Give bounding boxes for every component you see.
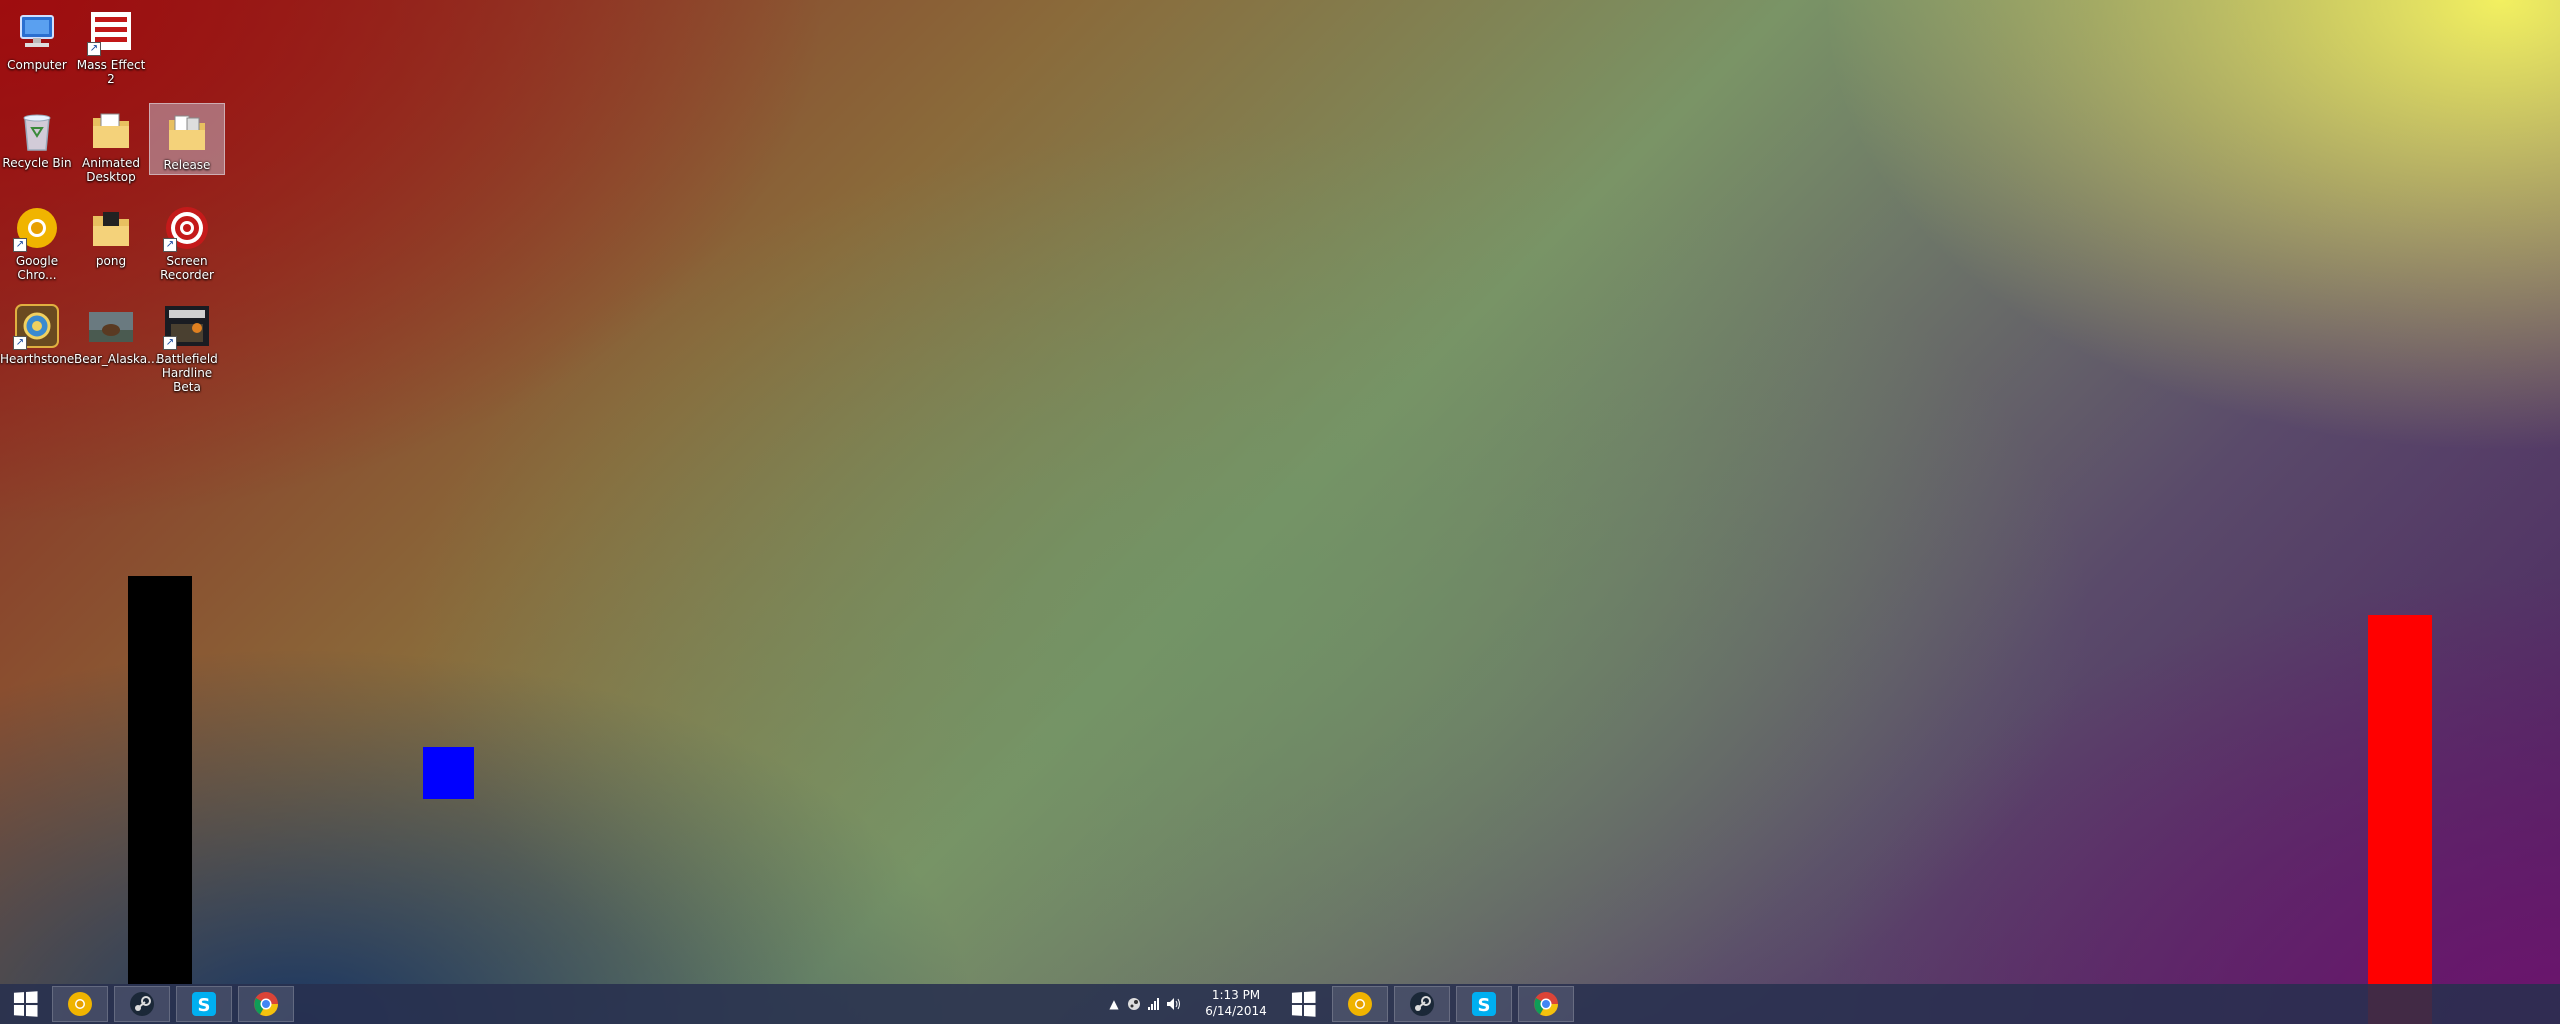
- taskbar-app-chrome[interactable]: [238, 986, 294, 1022]
- taskbar: S ▲ 1:13 PM 6/14/2014 S: [0, 984, 2560, 1024]
- chrome-canary-icon: [1348, 992, 1372, 1016]
- desktop-icon-label: Computer: [7, 58, 67, 72]
- shortcut-arrow-icon: ↗: [163, 336, 177, 350]
- desktop-icon-label: Release: [163, 158, 211, 172]
- screen-recorder-icon: ↗: [163, 204, 211, 252]
- taskbar-clock[interactable]: 1:13 PM 6/14/2014: [1196, 987, 1276, 1019]
- desktop-icon-label: Google Chro...: [15, 254, 59, 282]
- taskbar-app-chrome-canary[interactable]: [52, 986, 108, 1022]
- shortcut-arrow-icon: ↗: [87, 42, 101, 56]
- google-chrome-canary-icon: ↗: [13, 204, 61, 252]
- desktop-icon-hearthstone[interactable]: ↗ Hearthstone: [0, 298, 74, 366]
- taskbar-app-skype[interactable]: S: [176, 986, 232, 1022]
- shortcut-arrow-icon: ↗: [13, 238, 27, 252]
- taskbar-app-skype-secondary[interactable]: S: [1456, 986, 1512, 1022]
- skype-icon: S: [192, 992, 216, 1016]
- start-button-secondary[interactable]: [1278, 986, 1328, 1022]
- steam-icon: [130, 992, 154, 1016]
- shortcut-arrow-icon: ↗: [163, 238, 177, 252]
- skype-icon: S: [1472, 992, 1496, 1016]
- desktop-icon-label: Animated Desktop: [82, 156, 140, 184]
- pong-ball: [423, 747, 474, 799]
- show-hidden-icons-chevron[interactable]: ▲: [1104, 994, 1124, 1014]
- network-signal-icon[interactable]: [1144, 994, 1164, 1014]
- right-paddle[interactable]: [2368, 615, 2432, 1024]
- desktop-icon-computer[interactable]: Computer: [0, 4, 74, 72]
- steam-icon: [1410, 992, 1434, 1016]
- svg-text:S: S: [1478, 995, 1491, 1016]
- folder-icon: [87, 204, 135, 252]
- volume-icon[interactable]: [1164, 994, 1184, 1014]
- desktop-icon-label: Mass Effect 2: [76, 58, 146, 86]
- desktop-icon-recycle-bin[interactable]: Recycle Bin: [0, 102, 74, 170]
- desktop-icon-battlefield-hardline-beta[interactable]: ↗ Battlefield Hardline Beta: [150, 298, 224, 394]
- chrome-icon: [254, 992, 278, 1017]
- windows-logo-icon: [1291, 991, 1316, 1017]
- recycle-bin-icon: [13, 106, 61, 154]
- clock-date: 6/14/2014: [1205, 1004, 1267, 1018]
- system-tray: ▲: [1104, 984, 1184, 1024]
- left-paddle[interactable]: [128, 576, 192, 984]
- taskbar-app-steam-secondary[interactable]: [1394, 986, 1450, 1022]
- desktop-icon-label: Recycle Bin: [2, 156, 72, 170]
- desktop-icon-label: Bear_Alaska...: [74, 352, 159, 366]
- folder-icon: [87, 106, 135, 154]
- svg-text:S: S: [198, 995, 211, 1016]
- desktop-icon-label: Battlefield Hardline Beta: [156, 352, 218, 394]
- desktop-icon-label: Screen Recorder: [160, 254, 214, 282]
- desktop-icon-pong[interactable]: pong: [74, 200, 148, 268]
- desktop-icon-label: Hearthstone: [0, 352, 75, 366]
- hearthstone-icon: ↗: [13, 302, 61, 350]
- desktop-icon-screen-recorder[interactable]: ↗ Screen Recorder: [150, 200, 224, 282]
- chrome-canary-icon: [68, 992, 92, 1016]
- folder-icon: [163, 108, 211, 156]
- chrome-icon: [1534, 992, 1558, 1017]
- image-thumbnail-icon: [87, 302, 135, 350]
- computer-icon: [13, 8, 61, 56]
- taskbar-app-chrome-canary-secondary[interactable]: [1332, 986, 1388, 1022]
- desktop-icon-mass-effect-2[interactable]: ↗ Mass Effect 2: [74, 4, 148, 86]
- battlefield-hardline-icon: ↗: [163, 302, 211, 350]
- windows-logo-icon: [13, 991, 38, 1017]
- desktop-icon-release[interactable]: Release: [149, 103, 225, 175]
- taskbar-app-steam[interactable]: [114, 986, 170, 1022]
- mass-effect-2-icon: ↗: [87, 8, 135, 56]
- clock-time: 1:13 PM: [1211, 988, 1261, 1002]
- start-button[interactable]: [0, 986, 50, 1022]
- shortcut-arrow-icon: ↗: [13, 336, 27, 350]
- desktop-icon-google-chrome-canary[interactable]: ↗ Google Chro...: [0, 200, 74, 282]
- desktop-wallpaper: [0, 0, 2560, 1024]
- desktop-icon-bear-alaska[interactable]: Bear_Alaska...: [74, 298, 159, 366]
- desktop-icon-animated-desktop[interactable]: Animated Desktop: [74, 102, 148, 184]
- taskbar-app-chrome-secondary[interactable]: [1518, 986, 1574, 1022]
- steam-tray-icon[interactable]: [1124, 994, 1144, 1014]
- desktop-icon-label: pong: [95, 254, 127, 268]
